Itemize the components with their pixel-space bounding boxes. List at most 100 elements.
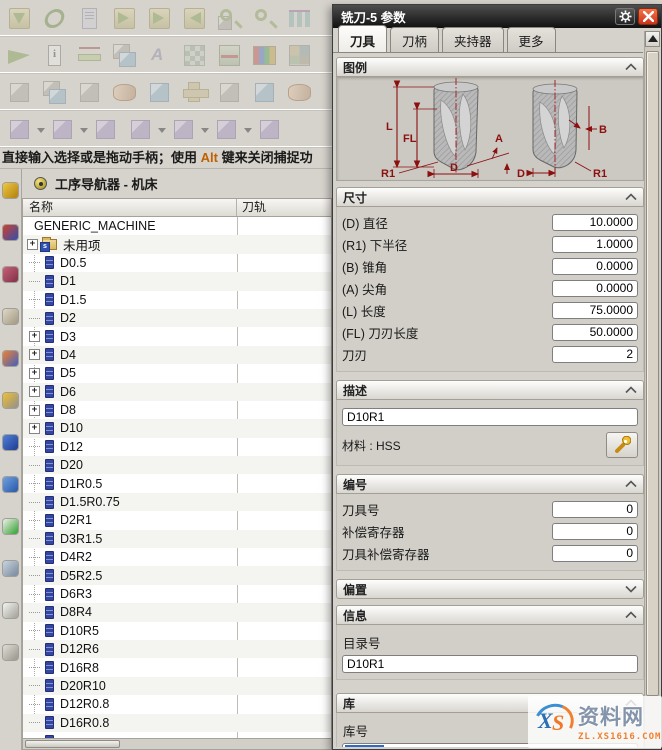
template-sheet-icon[interactable] [3, 645, 18, 660]
resize-face-icon[interactable] [168, 114, 199, 145]
tree-item-d1[interactable]: D1 [23, 272, 331, 291]
tree-item-d12[interactable]: D12 [23, 438, 331, 456]
notes-list-icon[interactable] [3, 603, 18, 618]
bend-sheet-icon[interactable] [284, 77, 315, 108]
expand-icon[interactable]: + [29, 404, 40, 416]
copy-face-icon[interactable] [125, 114, 156, 145]
divide-body-icon[interactable] [144, 77, 175, 108]
dialog-vertical-scrollbar[interactable] [644, 31, 660, 748]
history-clock-icon[interactable] [3, 561, 18, 576]
measure-distance-icon[interactable] [74, 40, 105, 71]
tree-item-d20r10[interactable]: D20R10 [23, 676, 331, 696]
rollback-arrow-icon[interactable] [3, 225, 18, 240]
select-hand-icon[interactable] [3, 309, 18, 324]
resize-face-menu-icon[interactable] [201, 114, 209, 145]
tree-item-d10[interactable]: + D10 [23, 419, 331, 438]
dimension-input[interactable] [552, 279, 638, 297]
copy-document-icon[interactable] [74, 3, 105, 34]
tree-item-d3r1.5[interactable]: D3R1.5 [23, 529, 331, 549]
tree-item-d2[interactable]: D2 [23, 308, 331, 328]
tree-item-d16r0.8[interactable]: D16R0.8 [23, 713, 331, 732]
layout-views-icon[interactable] [284, 40, 315, 71]
tab-tool[interactable]: 刀具 [338, 25, 388, 52]
expand-icon[interactable]: + [29, 386, 40, 398]
draft-body-menu-icon[interactable] [80, 114, 88, 145]
copy-face-menu-icon[interactable] [158, 114, 166, 145]
tree-item-d1.5r0.75[interactable]: D1.5R0.75 [23, 492, 331, 512]
bounding-cage-icon[interactable] [214, 40, 245, 71]
import-part-left-icon[interactable] [179, 3, 210, 34]
section-header-info[interactable]: 信息 [336, 605, 644, 625]
draft-body-icon[interactable] [47, 114, 78, 145]
tree-item-d12r6[interactable]: D12R6 [23, 639, 331, 659]
tree-item-d20[interactable]: D20 [23, 456, 331, 475]
ramp-feature-icon[interactable] [4, 40, 35, 71]
tree-item-d10r5[interactable]: D10R5 [23, 622, 331, 640]
column-layout-icon[interactable] [284, 3, 315, 34]
dialog-settings-button[interactable] [615, 8, 635, 25]
colored-top-body-icon[interactable] [214, 77, 245, 108]
tree-item-d0.5[interactable]: D0.5 [23, 254, 331, 272]
data-disk-icon[interactable] [3, 435, 18, 450]
tree-item-generic_machine[interactable]: GENERIC_MACHINE [23, 217, 331, 235]
section-header-numbers[interactable]: 编号 [336, 474, 644, 494]
search-assembly-icon[interactable] [214, 3, 245, 34]
tree-item-d8[interactable]: + D8 [23, 401, 331, 419]
explode-assembly-icon[interactable] [109, 40, 140, 71]
expand-icon[interactable]: + [29, 331, 40, 343]
document-check-icon[interactable] [3, 519, 18, 534]
tool-ball-gear-icon[interactable] [3, 393, 18, 408]
hollow-shell-icon[interactable] [74, 77, 105, 108]
description-input[interactable] [342, 408, 638, 426]
dimension-input[interactable] [552, 257, 638, 275]
information-panel-icon[interactable] [39, 40, 70, 71]
tree-item-d12r0.8[interactable]: D12R0.8 [23, 695, 331, 713]
export-assembly-right-icon[interactable] [144, 3, 175, 34]
signal-waves-icon[interactable] [3, 477, 18, 492]
tree-item-d3[interactable]: + D3 [23, 327, 331, 345]
tree-item-d5[interactable]: + D5 [23, 364, 331, 382]
unite-bodies-icon[interactable] [179, 77, 210, 108]
expand-icon[interactable]: + [29, 422, 40, 434]
pattern-face-icon[interactable] [254, 114, 285, 145]
tree-item-d16r8[interactable]: D16R8 [23, 658, 331, 676]
tree-item-未用项[interactable]: + 未用项 [23, 235, 331, 254]
expand-icon[interactable]: + [27, 239, 38, 251]
fit-curve-icon[interactable]: A [144, 40, 175, 71]
recycle-loop-icon[interactable] [39, 3, 70, 34]
delete-face-icon[interactable] [90, 114, 121, 145]
scrollbar-up-button[interactable] [645, 31, 660, 47]
horizontal-scrollbar[interactable] [22, 738, 332, 750]
number-input[interactable] [552, 544, 638, 562]
export-part-right-icon[interactable] [109, 3, 140, 34]
search-region-icon[interactable] [249, 3, 280, 34]
section-header-dimensions[interactable]: 尺寸 [336, 187, 644, 207]
offset-region-menu-icon[interactable] [244, 114, 252, 145]
tree-item-d1r0.5[interactable]: D1R0.5 [23, 474, 331, 492]
column-name[interactable]: 名称 [23, 199, 237, 216]
tree-item-d4[interactable]: + D4 [23, 345, 331, 365]
column-toolpath[interactable]: 刀轨 [237, 199, 331, 216]
tree-item-d5r2.5[interactable]: D5R2.5 [23, 566, 331, 585]
twin-bodies-icon[interactable] [249, 77, 280, 108]
expand-icon[interactable]: + [29, 367, 40, 379]
section-header-legend[interactable]: 图例 [336, 57, 644, 77]
surface-pattern-icon[interactable] [179, 40, 210, 71]
dimension-input[interactable] [552, 235, 638, 253]
replace-face-icon[interactable] [4, 77, 35, 108]
import-tray-icon[interactable] [4, 3, 35, 34]
move-face-icon[interactable] [4, 114, 35, 145]
dimension-input[interactable] [552, 345, 638, 363]
tree-item-d6r3[interactable]: D6R3 [23, 585, 331, 603]
expand-icon[interactable]: + [29, 349, 40, 361]
tree-item-d4r2[interactable]: D4R2 [23, 548, 331, 566]
tree-item-d8r4[interactable]: D8R4 [23, 603, 331, 622]
move-copy-body-icon[interactable] [39, 77, 70, 108]
part-cube-icon[interactable] [3, 183, 18, 198]
section-header-description[interactable]: 描述 [336, 380, 644, 400]
tree-item-d6[interactable]: + D6 [23, 382, 331, 401]
horizontal-scrollbar-thumb[interactable] [25, 740, 120, 748]
tree-item-d2r1[interactable]: D2R1 [23, 511, 331, 529]
section-header-offset[interactable]: 偏置 [336, 579, 644, 599]
dimension-input[interactable] [552, 301, 638, 319]
